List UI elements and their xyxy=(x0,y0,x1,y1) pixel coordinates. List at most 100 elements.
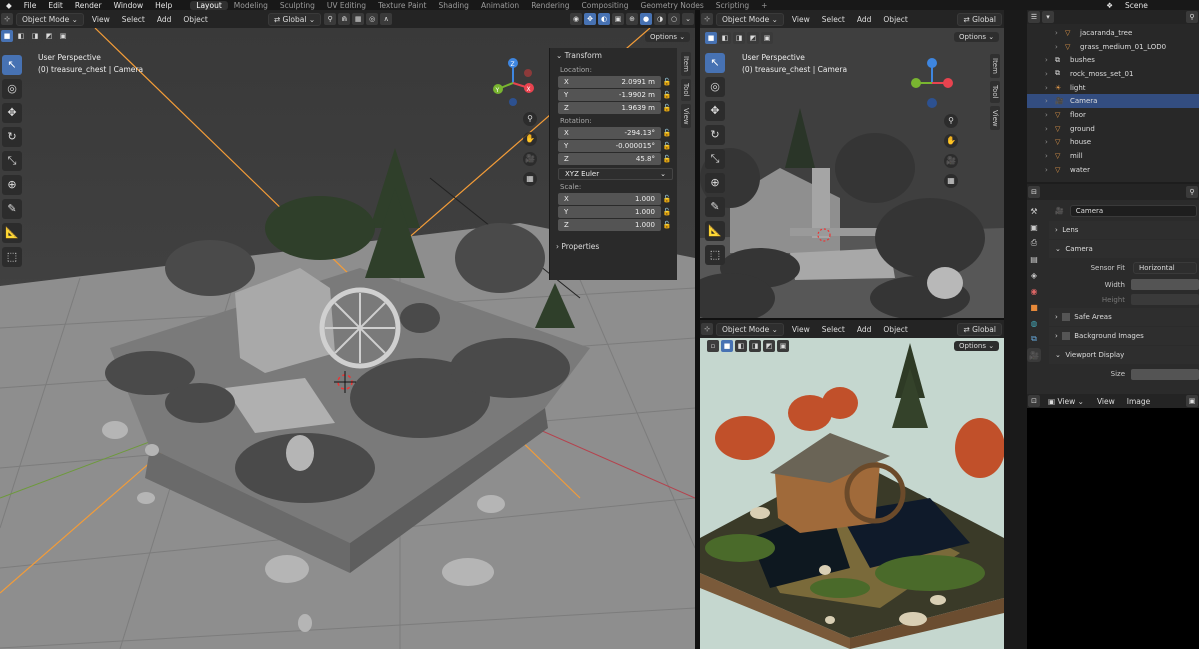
checkbox-icon[interactable] xyxy=(1062,313,1071,321)
pan-hand-icon[interactable]: ✋ xyxy=(944,134,958,148)
object-mode-dropdown[interactable]: Object Mode ⌄ xyxy=(716,322,784,336)
expand-arrow-icon[interactable]: › xyxy=(1045,70,1055,78)
orientation-dropdown[interactable]: ⇄ Global xyxy=(957,322,1002,336)
menu-image[interactable]: Image xyxy=(1121,397,1157,406)
menu-select[interactable]: Select xyxy=(816,325,851,334)
lock-icon[interactable]: 🔓 xyxy=(661,78,673,86)
snap-icon[interactable]: ⋒ xyxy=(338,13,351,25)
image-browse-icon[interactable]: ▣ xyxy=(1186,395,1198,407)
rotate-tool-icon[interactable]: ↻ xyxy=(2,127,22,147)
view-layer-props-icon[interactable]: ▤ xyxy=(1027,252,1041,266)
select-subtract-icon[interactable]: ◨ xyxy=(733,32,745,44)
menu-add[interactable]: Add xyxy=(851,325,878,334)
select-extend-icon[interactable]: ◧ xyxy=(15,30,27,42)
tab-texture-paint[interactable]: Texture Paint xyxy=(372,1,432,10)
snap-target-icon[interactable]: ▦ xyxy=(352,13,365,25)
outliner-item[interactable]: › ▽ ground xyxy=(1027,122,1199,136)
options-button[interactable]: Options ⌄ xyxy=(645,32,691,42)
overlay-toggle-icon[interactable]: ◐ xyxy=(598,13,610,25)
location-x-field[interactable]: X 2.0991 m xyxy=(558,75,661,88)
add-workspace-button[interactable]: + xyxy=(755,1,773,10)
outliner-item[interactable]: › ☀ light xyxy=(1027,81,1199,95)
select-new-icon[interactable]: ■ xyxy=(721,340,733,352)
scale-x-field[interactable]: X 1.000 xyxy=(558,192,661,205)
zoom-icon[interactable]: ⚲ xyxy=(523,112,537,126)
area-divider[interactable] xyxy=(700,318,1004,320)
expand-arrow-icon[interactable]: › xyxy=(1055,43,1065,51)
menu-file[interactable]: File xyxy=(18,1,43,10)
menu-add[interactable]: Add xyxy=(151,15,178,24)
search-icon[interactable]: ⚲ xyxy=(1186,186,1198,198)
expand-arrow-icon[interactable]: › xyxy=(1045,152,1055,160)
display-mode-icon[interactable]: ▾ xyxy=(1042,11,1054,23)
height-field[interactable] xyxy=(1131,294,1199,305)
location-z-field[interactable]: Z 1.9639 m xyxy=(558,101,661,114)
output-props-icon[interactable]: ⎙ xyxy=(1027,236,1041,250)
tab-sculpting[interactable]: Sculpting xyxy=(274,1,321,10)
pivot-icon[interactable]: ⚲ xyxy=(324,13,337,25)
viewport-display-panel-header[interactable]: ⌄ Viewport Display xyxy=(1049,346,1199,364)
gizmo-x-handle[interactable] xyxy=(943,78,953,88)
editor-type-icon[interactable]: ☰ xyxy=(1028,11,1040,23)
outliner-item[interactable]: › 🎥 Camera xyxy=(1027,94,1199,109)
tab-rendering[interactable]: Rendering xyxy=(525,1,575,10)
render-viewport[interactable]: ▫ ■ ◧ ◨ ◩ ▣ Options ⌄ xyxy=(700,338,1004,649)
world-props-icon[interactable]: ◉ xyxy=(1027,284,1041,298)
rotation-y-field[interactable]: Y -0.000015° xyxy=(558,139,661,152)
menu-view[interactable]: View xyxy=(86,15,116,24)
options-button[interactable]: Options ⌄ xyxy=(954,341,1000,351)
move-tool-icon[interactable]: ✥ xyxy=(705,101,725,121)
search-icon[interactable]: ⚲ xyxy=(1186,11,1198,23)
proportional-edit-icon[interactable]: ◎ xyxy=(366,13,379,25)
expand-arrow-icon[interactable]: › xyxy=(1045,84,1055,92)
select-subtract-icon[interactable]: ◨ xyxy=(749,340,761,352)
transform-panel-header[interactable]: ⌄ Transform xyxy=(550,48,677,63)
ortho-grid-icon[interactable]: ▦ xyxy=(944,174,958,188)
outliner-item[interactable]: › ▽ floor xyxy=(1027,108,1199,122)
tab-modeling[interactable]: Modeling xyxy=(228,1,274,10)
blender-logo-icon[interactable]: ◆ xyxy=(0,1,18,10)
main-viewport[interactable]: ■ ◧ ◨ ◩ ▣ ↖ ◎ ✥ ↻ ⤡ ⊕ ✎ 📐 ⬚ User Perspec… xyxy=(0,28,695,649)
tab-item[interactable]: Item xyxy=(681,52,691,76)
lock-icon[interactable]: 🔓 xyxy=(661,142,673,150)
outliner-item[interactable]: › ▽ grass_medium_01_LOD0 xyxy=(1027,40,1199,54)
area-divider[interactable] xyxy=(1004,10,1027,649)
orientation-dropdown[interactable]: ⇄ Global xyxy=(957,12,1002,26)
editor-type-icon[interactable]: ⊹ xyxy=(1,13,13,25)
scene-icon[interactable]: ❖ xyxy=(1100,1,1119,10)
expand-arrow-icon[interactable]: › xyxy=(1045,56,1055,64)
ortho-grid-icon[interactable]: ▦ xyxy=(523,172,537,186)
tab-tool[interactable]: Tool xyxy=(681,78,691,101)
outliner-item[interactable]: › ⧉ rock_moss_set_01 xyxy=(1027,67,1199,81)
view-mode-dropdown[interactable]: ▣ View ⌄ xyxy=(1043,396,1089,407)
width-field[interactable] xyxy=(1131,279,1199,290)
select-box-tool-icon[interactable]: ↖ xyxy=(2,55,22,75)
menu-select[interactable]: Select xyxy=(816,15,851,24)
editor-type-icon[interactable]: ⊹ xyxy=(701,13,713,25)
cursor-tool-icon[interactable]: ◎ xyxy=(2,79,22,99)
menu-view[interactable]: View xyxy=(786,325,816,334)
editor-type-icon[interactable]: ⊡ xyxy=(1028,395,1040,407)
checkbox-icon[interactable] xyxy=(1062,332,1071,340)
lock-icon[interactable]: 🔓 xyxy=(661,91,673,99)
editor-type-icon[interactable]: ⊹ xyxy=(701,323,713,335)
rotate-tool-icon[interactable]: ↻ xyxy=(705,125,725,145)
tool-props-icon[interactable]: ⚒ xyxy=(1027,204,1041,218)
select-new-icon[interactable]: ■ xyxy=(1,30,13,42)
background-images-panel-header[interactable]: › Background Images xyxy=(1049,327,1199,345)
options-button[interactable]: Options ⌄ xyxy=(954,32,1000,42)
camera-view-icon[interactable]: 🎥 xyxy=(523,152,537,166)
tab-geometry-nodes[interactable]: Geometry Nodes xyxy=(635,1,710,10)
visibility-icon[interactable]: ◉ xyxy=(570,13,582,25)
select-intersect-icon[interactable]: ▣ xyxy=(777,340,789,352)
navigation-gizmo[interactable]: Z X Y xyxy=(488,58,538,108)
annotate-tool-icon[interactable]: ✎ xyxy=(2,199,22,219)
gizmo-toggle-icon[interactable]: ✥ xyxy=(584,13,596,25)
annotate-tool-icon[interactable]: ✎ xyxy=(705,197,725,217)
lock-icon[interactable]: 🔓 xyxy=(661,221,673,229)
pan-hand-icon[interactable]: ✋ xyxy=(523,132,537,146)
rotation-x-field[interactable]: X -294.13° xyxy=(558,126,661,139)
add-cube-tool-icon[interactable]: ⬚ xyxy=(705,245,725,265)
physics-props-icon[interactable]: ◍ xyxy=(1027,316,1041,330)
location-y-field[interactable]: Y -1.9902 m xyxy=(558,88,661,101)
